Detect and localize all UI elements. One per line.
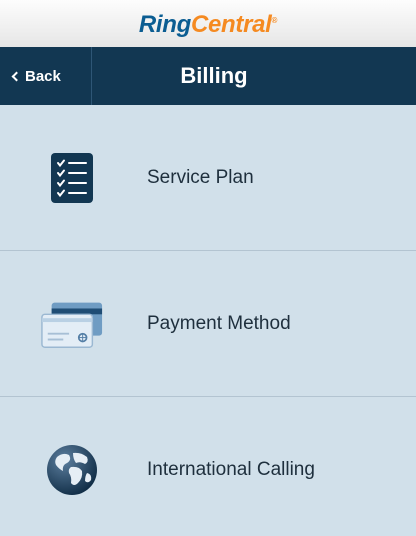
ringcentral-logo: RingCentral® — [138, 10, 278, 38]
brand-header: RingCentral® — [0, 0, 416, 47]
billing-screen: RingCentral® Back Billing Service Plan P… — [0, 0, 416, 536]
billing-menu-list: Service Plan Payment Method Internationa… — [0, 105, 416, 536]
menu-item-label: Service Plan — [147, 166, 254, 188]
back-button[interactable]: Back — [0, 47, 92, 105]
menu-item-payment-method[interactable]: Payment Method — [0, 251, 416, 397]
menu-item-label: Payment Method — [147, 312, 291, 334]
menu-item-international-calling[interactable]: International Calling — [0, 397, 416, 536]
globe-icon — [40, 438, 104, 502]
menu-item-label: International Calling — [147, 459, 315, 480]
menu-item-service-plan[interactable]: Service Plan — [0, 105, 416, 251]
back-button-label: Back — [25, 67, 61, 85]
page-title: Billing — [180, 63, 248, 88]
checklist-icon — [40, 146, 104, 210]
chevron-left-icon — [11, 71, 22, 82]
navigation-bar: Back Billing — [0, 47, 416, 105]
credit-card-icon — [40, 292, 104, 356]
